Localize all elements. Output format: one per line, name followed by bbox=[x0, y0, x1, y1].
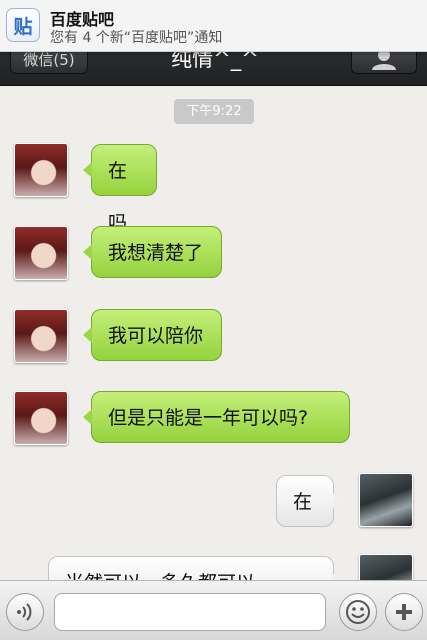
message-bubble-outgoing[interactable]: 在 bbox=[276, 475, 342, 527]
emoji-button[interactable] bbox=[339, 593, 377, 631]
contact-avatar[interactable] bbox=[14, 309, 68, 363]
message-bubble-outgoing[interactable]: 当然可以，多久都可以 bbox=[48, 556, 342, 580]
plus-icon bbox=[396, 604, 412, 620]
add-attachment-button[interactable] bbox=[385, 593, 423, 631]
message-text: 在 bbox=[293, 491, 313, 513]
message-timestamp: 下午9:22 bbox=[174, 99, 254, 124]
message-bubble-incoming[interactable]: 在吗 bbox=[83, 144, 157, 234]
message-list[interactable]: 下午9:22 在吗 我想清楚了 我可以陪你 但是只能是一年可以吗? 在 当然可以… bbox=[0, 86, 427, 580]
tieba-app-icon: 贴 bbox=[6, 8, 40, 42]
contact-avatar[interactable] bbox=[14, 226, 68, 280]
message-input[interactable] bbox=[54, 593, 326, 631]
contact-avatar[interactable] bbox=[14, 143, 68, 197]
my-avatar[interactable] bbox=[359, 473, 413, 527]
message-bubble-incoming[interactable]: 但是只能是一年可以吗? bbox=[83, 391, 350, 443]
message-text: 当然可以，多久都可以 bbox=[65, 572, 255, 580]
message-bubble-incoming[interactable]: 我可以陪你 bbox=[83, 309, 222, 361]
tieba-icon-glyph: 贴 bbox=[13, 15, 33, 38]
my-avatar[interactable] bbox=[359, 554, 413, 580]
voice-icon bbox=[17, 603, 32, 621]
notification-message: 您有 4 个新“百度贴吧”通知 bbox=[50, 30, 223, 46]
message-text: 我想清楚了 bbox=[108, 242, 204, 264]
notification-banner[interactable]: 贴 百度贴吧 您有 4 个新“百度贴吧”通知 bbox=[0, 0, 427, 52]
message-input-bar bbox=[0, 580, 427, 640]
message-text: 但是只能是一年可以吗? bbox=[108, 407, 309, 429]
message-bubble-incoming[interactable]: 我想清楚了 bbox=[83, 226, 222, 278]
contact-avatar[interactable] bbox=[14, 391, 68, 445]
smiley-icon bbox=[346, 600, 370, 624]
message-text: 在吗 bbox=[108, 160, 128, 234]
message-text: 我可以陪你 bbox=[108, 325, 204, 347]
voice-toggle-button[interactable] bbox=[6, 593, 44, 631]
